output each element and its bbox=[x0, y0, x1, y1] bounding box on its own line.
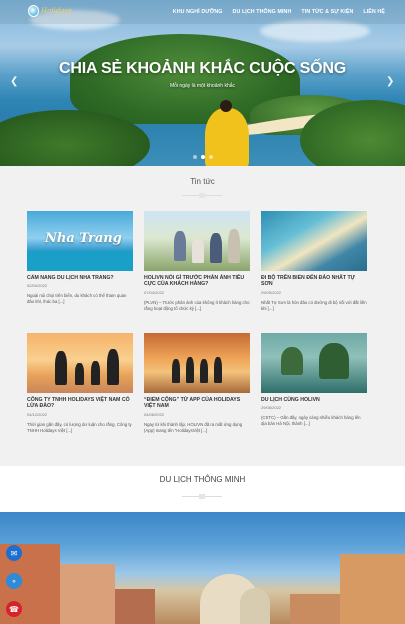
menu-item-resorts[interactable]: KHU NGHỈ DƯỠNG bbox=[173, 9, 223, 15]
news-card[interactable]: HOLIVN NÓI GÌ TRƯỚC PHẢN ÁNH TIÊU CỰC CỦ… bbox=[144, 211, 250, 325]
news-card-date: 04/12/2022 bbox=[27, 411, 48, 417]
news-card-excerpt: Ngay từ khi thành lập, HOLIVN đã ra mắt … bbox=[144, 421, 243, 433]
building-shape bbox=[60, 564, 115, 624]
person-shape bbox=[210, 233, 222, 263]
dome-shape bbox=[240, 588, 270, 624]
news-card-excerpt: Nhất Tự Sơn là hòn đảo có đường đi bộ nố… bbox=[261, 299, 367, 311]
venice-banner bbox=[0, 512, 405, 624]
news-card[interactable]: CÔNG TY TNHH HOLIDAYS VIỆT NAM CÓ LỪA ĐẢ… bbox=[27, 333, 133, 447]
person-shape bbox=[192, 237, 204, 263]
person-shape bbox=[228, 229, 240, 263]
hero-banner: Holidays KHU NGHỈ DƯỠNG DU LỊCH THÔNG MI… bbox=[0, 0, 405, 166]
page: Holidays KHU NGHỈ DƯỠNG DU LỊCH THÔNG MI… bbox=[0, 0, 405, 624]
smart-travel-title: DU LỊCH THÔNG MINH bbox=[159, 475, 246, 484]
news-card[interactable]: DU LỊCH CÙNG HOLIVN 29/08/2022 (CSTC) – … bbox=[261, 333, 367, 447]
news-thumbnail[interactable] bbox=[261, 333, 367, 393]
news-card-title[interactable]: DU LỊCH CÙNG HOLIVN bbox=[261, 397, 367, 403]
section-divider bbox=[182, 494, 222, 499]
menu-item-contact[interactable]: LIÊN HỆ bbox=[363, 9, 385, 15]
chevron-right-icon[interactable]: ❯ bbox=[386, 77, 394, 87]
person-shape bbox=[200, 359, 208, 383]
logo-icon bbox=[28, 5, 39, 17]
karst-shape bbox=[319, 343, 349, 379]
news-card-excerpt: (CSTC) – Gần đây, ngày càng nhiều khách … bbox=[261, 415, 361, 427]
person-shape bbox=[174, 231, 186, 261]
phone-icon[interactable]: ☎ bbox=[6, 601, 22, 617]
news-card-excerpt: (PLVN) – Trước phản ánh của không ít khá… bbox=[144, 299, 250, 311]
news-card-date: 29/08/2022 bbox=[261, 405, 282, 411]
building-shape bbox=[115, 589, 155, 624]
sea-shape bbox=[27, 251, 133, 271]
news-thumbnail[interactable] bbox=[261, 211, 367, 271]
building-shape bbox=[290, 594, 340, 624]
brand-logo[interactable]: Holidays bbox=[28, 3, 72, 19]
news-card-date: 02/04/2022 bbox=[27, 283, 48, 289]
news-card[interactable]: “ĐIỂM CỘNG” TỪ APP CỦA HOLIDAYS VIỆT NAM… bbox=[144, 333, 250, 447]
news-thumbnail[interactable]: Nha Trang bbox=[27, 211, 133, 271]
news-section-title: Tin tức bbox=[190, 177, 215, 186]
person-shape bbox=[55, 351, 67, 385]
news-card[interactable]: Nha Trang CẨM NANG DU LỊCH NHA TRANG? 02… bbox=[27, 211, 133, 325]
news-card-date: 07/04/2022 bbox=[144, 289, 165, 295]
chat-icon[interactable]: ✉ bbox=[6, 545, 22, 561]
smart-travel-section: DU LỊCH THÔNG MINH bbox=[0, 466, 405, 512]
person-shape bbox=[91, 361, 100, 385]
news-card-title[interactable]: CÔNG TY TNHH HOLIDAYS VIỆT NAM CÓ LỪA ĐẢ… bbox=[27, 397, 133, 410]
hero-subtitle: Mỗi ngày là một khoảnh khắc bbox=[169, 83, 236, 89]
section-divider bbox=[182, 193, 222, 198]
person-shape bbox=[172, 359, 180, 383]
thumbnail-caption: Nha Trang bbox=[45, 231, 122, 246]
slider-dot[interactable] bbox=[208, 155, 213, 159]
karst-shape bbox=[281, 347, 303, 375]
news-card-title[interactable]: CẨM NANG DU LỊCH NHA TRANG? bbox=[27, 275, 133, 281]
news-card-title[interactable]: HOLIVN NÓI GÌ TRƯỚC PHẢN ÁNH TIÊU CỰC CỦ… bbox=[144, 275, 250, 288]
person-shape bbox=[186, 357, 194, 383]
slider-dot-active[interactable] bbox=[200, 155, 205, 159]
logo-text: Holidays bbox=[41, 6, 72, 15]
news-grid: Nha Trang CẨM NANG DU LỊCH NHA TRANG? 02… bbox=[27, 211, 367, 447]
main-menu: KHU NGHỈ DƯỠNG DU LỊCH THÔNG MINH TIN TỨ… bbox=[173, 0, 385, 24]
person-shape bbox=[214, 357, 222, 383]
news-card-date: 29/05/2022 bbox=[261, 289, 282, 295]
messenger-icon[interactable]: ⚬ bbox=[6, 573, 22, 589]
menu-item-news-events[interactable]: TIN TỨC & SỰ KIỆN bbox=[301, 9, 353, 15]
news-thumbnail[interactable] bbox=[144, 211, 250, 271]
news-card-date: 04/08/2022 bbox=[144, 411, 165, 417]
person-shape bbox=[75, 363, 84, 385]
chevron-left-icon[interactable]: ❮ bbox=[10, 77, 18, 87]
menu-item-smart-travel[interactable]: DU LỊCH THÔNG MINH bbox=[233, 9, 292, 15]
news-card-title[interactable]: ĐI BỘ TRÊN BIỂN ĐẾN ĐẢO NHẤT TỰ SƠN bbox=[261, 275, 367, 288]
person-shape bbox=[107, 349, 119, 385]
slider-dots bbox=[0, 155, 405, 159]
top-nav: Holidays KHU NGHỈ DƯỠNG DU LỊCH THÔNG MI… bbox=[0, 0, 405, 24]
news-card-excerpt: Thời gian gần đây, có lượng dư luận cho … bbox=[27, 421, 132, 433]
traveler-head bbox=[220, 100, 232, 112]
building-shape bbox=[340, 554, 405, 624]
news-thumbnail[interactable] bbox=[27, 333, 133, 393]
news-card-title[interactable]: “ĐIỂM CỘNG” TỪ APP CỦA HOLIDAYS VIỆT NAM bbox=[144, 397, 250, 410]
news-card[interactable]: ĐI BỘ TRÊN BIỂN ĐẾN ĐẢO NHẤT TỰ SƠN 29/0… bbox=[261, 211, 367, 325]
slider-dot[interactable] bbox=[192, 155, 197, 159]
hero-title: CHIA SẺ KHOẢNH KHẮC CUỘC SỐNG bbox=[59, 60, 346, 77]
news-card-excerpt: Ngoài núi chọi trên biển, du khách có th… bbox=[27, 293, 127, 305]
news-thumbnail[interactable] bbox=[144, 333, 250, 393]
